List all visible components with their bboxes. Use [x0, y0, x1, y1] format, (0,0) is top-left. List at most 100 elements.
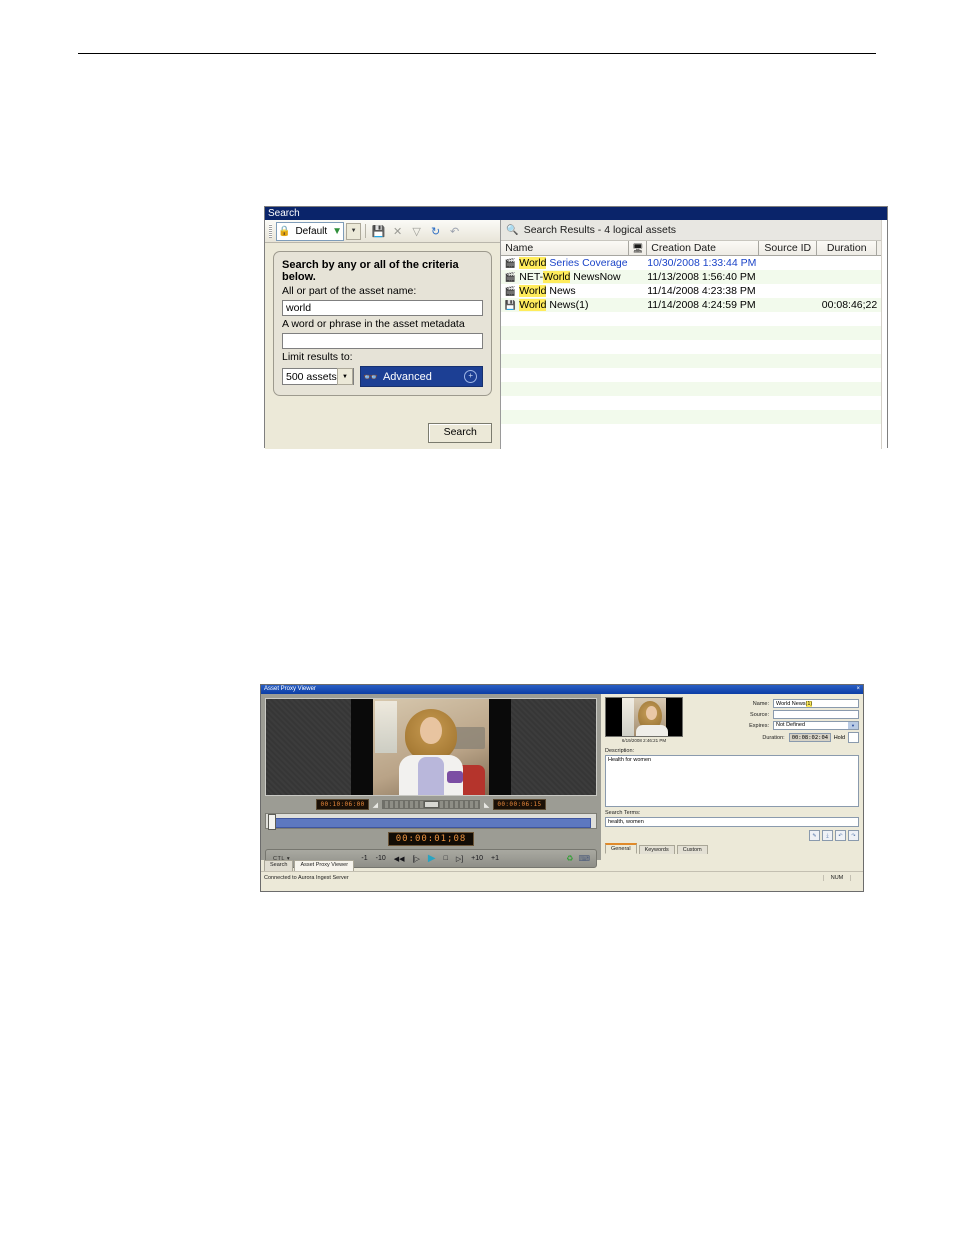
scrub-bar-handle[interactable] [268, 814, 276, 830]
video-preview[interactable] [265, 698, 597, 796]
save-icon[interactable]: 💾 [370, 223, 387, 240]
name-field[interactable]: World News(1) [773, 699, 859, 708]
thumbnail-pillarbox-right [666, 698, 682, 736]
scrub-bar[interactable] [265, 813, 597, 830]
source-field[interactable] [773, 710, 859, 719]
import-metadata-icon[interactable]: ⤓ [822, 830, 833, 841]
tab-keywords[interactable]: Keywords [638, 845, 675, 854]
results-scrollbar[interactable] [881, 220, 887, 449]
cell-creation-date: 10/30/2008 1:33:44 PM [647, 257, 757, 269]
transport-right-icons: ♻ ⌨ [566, 854, 593, 863]
mark-out-button[interactable]: ▷] [456, 855, 463, 863]
step-forward-1-button[interactable]: +1 [491, 855, 499, 862]
transport-button-group: -1 -10 ◀◀ [▷ ▶ □ ▷] +10 +1 [361, 853, 499, 864]
undo-metadata-icon[interactable]: ↶ [835, 830, 846, 841]
name-rest: News [546, 285, 576, 297]
mark-in-button[interactable]: [▷ [413, 855, 420, 863]
description-field[interactable]: Health for women [605, 755, 859, 807]
table-row-empty[interactable] [501, 410, 882, 424]
undo-icon[interactable]: ↶ [446, 223, 463, 240]
status-indicator-extra [850, 874, 863, 881]
preset-label: Default [295, 225, 328, 237]
tab-custom[interactable]: Custom [676, 845, 708, 854]
source-label: Source: [750, 711, 769, 718]
add-metadata-icon[interactable]: ✎ [809, 830, 820, 841]
metadata-tab-strip: General Keywords Custom [605, 843, 859, 854]
mark-range-track[interactable] [382, 800, 480, 809]
close-icon[interactable]: × [856, 685, 863, 694]
column-header-source-id[interactable]: Source ID [759, 241, 818, 255]
lock-icon: 🔒 [278, 225, 291, 237]
table-row[interactable]: 🎬 World Series Coverage 10/30/2008 1:33:44… [501, 256, 882, 270]
table-row-empty[interactable] [501, 354, 882, 368]
table-row-empty[interactable] [501, 382, 882, 396]
current-timecode[interactable]: 00:00:01;08 [387, 832, 475, 846]
mark-out-icon[interactable]: ◣ [484, 801, 489, 809]
preset-combo[interactable]: 🔒 Default ▼ [276, 221, 345, 241]
table-row-empty[interactable] [501, 312, 882, 326]
expand-icon[interactable]: + [464, 370, 478, 383]
eject-icon[interactable]: ♻ [566, 854, 573, 863]
hold-checkbox[interactable] [848, 732, 859, 743]
viewer-title: Asset Proxy Viewer [264, 686, 316, 692]
redo-metadata-icon[interactable]: ↷ [848, 830, 859, 841]
refresh-icon[interactable]: ↻ [427, 223, 444, 240]
column-header-name[interactable]: Name [501, 241, 630, 255]
table-row-empty[interactable] [501, 340, 882, 354]
step-forward-10-button[interactable]: +10 [471, 855, 483, 862]
hold-label: Hold [833, 734, 845, 741]
video-subject-face [420, 717, 442, 744]
delete-icon[interactable]: ✕ [389, 223, 406, 240]
asset-thumbnail[interactable] [605, 697, 683, 737]
table-row[interactable]: 🎬 World News 11/14/2008 4:23:38 PM [501, 284, 882, 298]
search-button[interactable]: Search [428, 423, 493, 443]
cell-name: World News(1) [519, 299, 647, 311]
tab-general[interactable]: General [605, 843, 637, 854]
table-row-empty[interactable] [501, 326, 882, 340]
column-header-duration[interactable]: Duration [817, 241, 878, 255]
play-button[interactable]: ▶ [428, 853, 436, 864]
metadata-input[interactable] [282, 333, 484, 349]
thumbnail-block: 6/19/2008 2:46:21 PM [605, 697, 683, 745]
rewind-button[interactable]: ◀◀ [394, 855, 405, 863]
name-value: World News [776, 701, 806, 707]
chevron-down-icon[interactable]: ▼ [346, 222, 362, 240]
table-row-empty[interactable] [501, 368, 882, 382]
search-terms-field[interactable]: health, women [605, 817, 859, 827]
column-header-creation-date[interactable]: Creation Date [647, 241, 760, 255]
mark-in-icon[interactable]: ◢ [373, 801, 378, 809]
window-tab-search[interactable]: Search [264, 860, 294, 871]
chevron-down-icon[interactable]: ▼ [337, 368, 353, 385]
expires-select[interactable]: Not Defined ▼ [773, 721, 859, 730]
mark-in-timecode[interactable]: 00:10:06:00 [316, 799, 369, 810]
thumbnail-subject-body [636, 725, 668, 736]
table-row[interactable]: 💾 World News(1) 11/14/2008 4:24:59 PM 00:08… [501, 298, 882, 312]
limit-results-select[interactable]: 500 assets ▼ [282, 368, 354, 385]
asset-name-input[interactable] [282, 300, 484, 316]
limit-results-value: 500 assets [286, 370, 337, 383]
cell-name: World News [519, 285, 647, 297]
viewer-body: 00:10:06:00 ◢ ◣ 00:00:06:15 00:00:01;08 … [261, 694, 863, 868]
duration-field[interactable]: 00:08:02:04 [788, 733, 831, 742]
clear-filter-icon[interactable]: ▽ [408, 223, 425, 240]
description-label: Description: [605, 748, 635, 754]
toolbar-grip[interactable] [269, 224, 272, 238]
step-back-1-button[interactable]: -1 [361, 855, 367, 862]
table-row-empty[interactable] [501, 396, 882, 410]
monitor-icon[interactable]: ⌨ [578, 854, 590, 863]
monitor-icon[interactable]: 🖥 [629, 241, 648, 255]
mark-range-thumb[interactable] [423, 801, 439, 808]
advanced-button[interactable]: 👓 Advanced + [360, 366, 484, 387]
search-results-icon: 🔍 [506, 224, 519, 236]
results-header: 🔍 Search Results - 4 logical assets [501, 220, 882, 241]
step-back-10-button[interactable]: -10 [376, 855, 386, 862]
stop-button[interactable]: □ [444, 855, 448, 862]
table-row[interactable]: 🎬 NET-World NewsNow 11/13/2008 1:56:40 PM [501, 270, 882, 284]
metadata-pane: 6/19/2008 2:46:21 PM Name: World News(1)… [601, 694, 863, 860]
chevron-down-icon[interactable]: ▼ [848, 722, 858, 729]
search-window-title: Search [265, 207, 887, 220]
toolbar-separator [365, 224, 367, 238]
search-results-pane: 🔍 Search Results - 4 logical assets Name… [501, 220, 882, 449]
mark-out-timecode[interactable]: 00:00:06:15 [493, 799, 546, 810]
window-tab-asset-proxy-viewer[interactable]: Asset Proxy Viewer [294, 860, 355, 871]
